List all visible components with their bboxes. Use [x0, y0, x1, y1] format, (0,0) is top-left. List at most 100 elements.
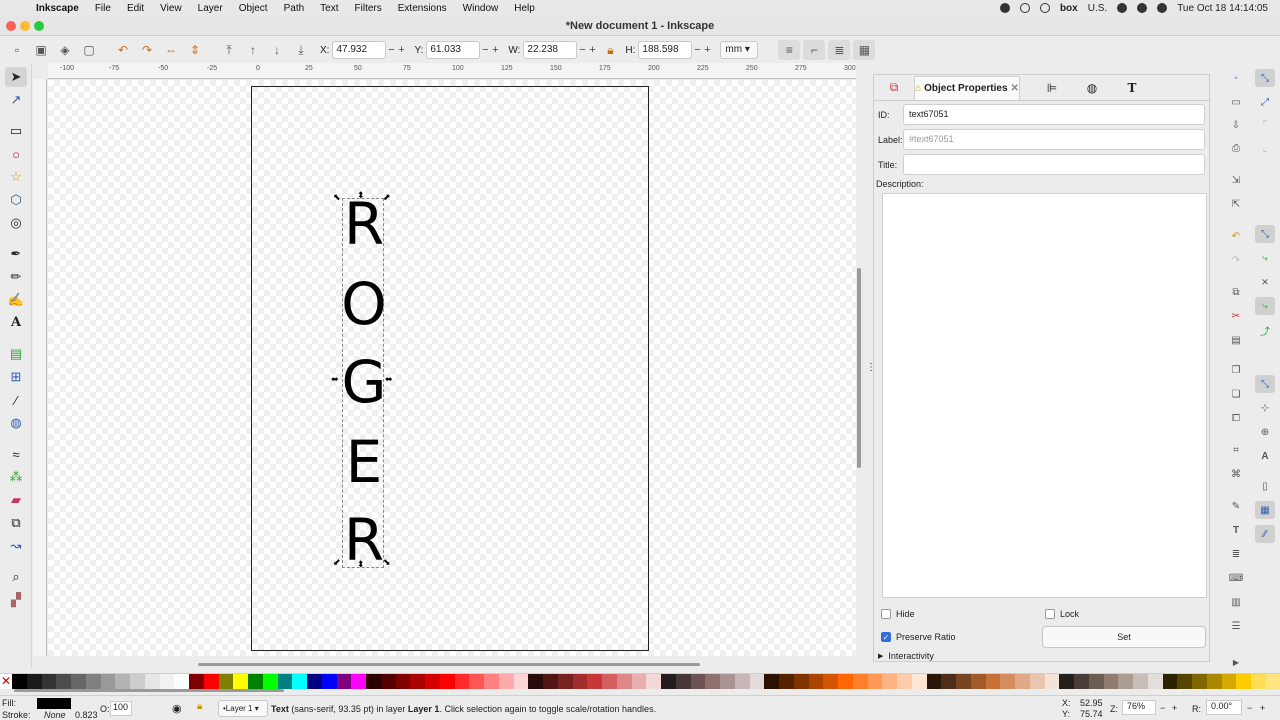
mesh-tool-icon[interactable]: ⊞ — [5, 367, 27, 387]
snap-intersection-icon[interactable]: ⨯ — [1255, 273, 1275, 291]
palette-swatch[interactable] — [1206, 674, 1222, 689]
drawing-canvas[interactable]: R O G E R ⬉ ⬍ ⬈ ⬌ ⬌ ⬋ ⬍ ⬊ — [48, 80, 856, 656]
palette-swatch[interactable] — [218, 674, 234, 689]
color-palette[interactable]: ✕ — [0, 673, 1280, 689]
palette-swatch[interactable] — [970, 674, 986, 689]
text-glyph-g[interactable]: G — [340, 350, 388, 414]
palette-swatch[interactable] — [926, 674, 942, 689]
scale-handle-bl-icon[interactable]: ⬋ — [333, 557, 341, 568]
rotate-cw-icon[interactable]: ↷ — [136, 40, 158, 60]
palette-swatch[interactable] — [572, 674, 588, 689]
raise-to-top-icon[interactable]: ⤒ — [218, 40, 240, 60]
menu-path[interactable]: Path — [276, 3, 313, 14]
title-input[interactable] — [903, 154, 1205, 175]
bluetooth-icon[interactable] — [1117, 3, 1128, 13]
scale-handle-br-icon[interactable]: ⬊ — [383, 557, 391, 568]
input-source-label[interactable]: U.S. — [1088, 3, 1107, 14]
palette-swatch[interactable] — [808, 674, 824, 689]
select-all-layers-icon[interactable]: ▣ — [30, 40, 52, 60]
dropper-tool-icon[interactable]: ⁄ — [5, 390, 27, 410]
palette-swatch[interactable] — [248, 674, 263, 689]
measure-tool-icon[interactable]: ▞ — [5, 590, 27, 610]
snap-bbox-corner-icon[interactable]: ⌞ — [1255, 139, 1275, 157]
palette-swatch[interactable] — [203, 674, 219, 689]
move-gradients-icon[interactable]: ≣ — [828, 40, 851, 60]
selector-tool-icon[interactable]: ➤ — [5, 67, 27, 87]
palette-swatch[interactable] — [425, 674, 440, 689]
clock-icon[interactable] — [1039, 3, 1050, 13]
palette-swatch[interactable] — [882, 674, 897, 689]
scale-handle-r-icon[interactable]: ⬌ — [385, 374, 393, 385]
palette-swatch[interactable] — [734, 674, 750, 689]
text-glyph-r1[interactable]: R — [340, 192, 388, 256]
spiral-tool-icon[interactable]: ◎ — [5, 213, 27, 233]
palette-swatch[interactable] — [1192, 674, 1207, 689]
palette-swatch[interactable] — [897, 674, 912, 689]
lpe-tool-icon[interactable]: ↝ — [5, 536, 27, 556]
palette-swatch[interactable] — [1177, 674, 1192, 689]
more-icon[interactable]: ▶ — [1226, 653, 1246, 671]
palette-swatch[interactable] — [130, 674, 145, 689]
palette-swatch[interactable] — [1029, 674, 1045, 689]
menu-edit[interactable]: Edit — [119, 3, 152, 14]
vertical-scrollbar[interactable] — [857, 268, 861, 468]
w-decrement[interactable]: − — [577, 44, 587, 56]
palette-scrollbar[interactable] — [14, 689, 284, 692]
symbols-tab-icon[interactable]: ◍ — [1072, 76, 1112, 100]
3dbox-tool-icon[interactable]: ⬡ — [5, 190, 27, 210]
flip-vertical-icon[interactable]: ⇕ — [184, 40, 206, 60]
palette-swatch[interactable] — [823, 674, 838, 689]
lower-to-bottom-icon[interactable]: ⤓ — [290, 40, 312, 60]
palette-swatch[interactable] — [985, 674, 1001, 689]
palette-swatch[interactable] — [779, 674, 794, 689]
palette-swatch[interactable] — [366, 674, 381, 689]
palette-swatch[interactable] — [1162, 674, 1178, 689]
palette-swatch[interactable] — [1265, 674, 1280, 689]
palette-swatch[interactable] — [410, 674, 425, 689]
palette-swatch[interactable] — [1236, 674, 1251, 689]
paint-bucket-tool-icon[interactable]: ◍ — [5, 413, 27, 433]
scale-corners-icon[interactable]: ⌐ — [803, 40, 826, 60]
palette-swatch[interactable] — [12, 674, 27, 689]
lower-icon[interactable]: ↓ — [266, 40, 288, 60]
palette-swatch[interactable] — [720, 674, 735, 689]
duplicate-icon[interactable]: ❐ — [1226, 361, 1246, 379]
stroke-swatch[interactable]: None — [44, 710, 66, 720]
unit-select[interactable]: mm ▾ — [720, 41, 759, 59]
palette-swatch[interactable] — [631, 674, 647, 689]
palette-swatch[interactable] — [911, 674, 927, 689]
paste-icon[interactable]: ▤ — [1226, 331, 1246, 349]
scale-handle-tr-icon[interactable]: ⬈ — [383, 192, 391, 203]
menu-text[interactable]: Text — [312, 3, 346, 14]
visibility-eye-icon[interactable]: ◉ — [172, 702, 182, 715]
palette-swatch[interactable] — [351, 674, 366, 689]
preserve-ratio-checkbox[interactable]: ✓ Preserve Ratio — [881, 632, 956, 642]
palette-swatch[interactable] — [144, 674, 160, 689]
check-icon[interactable]: ✓ — [881, 632, 891, 642]
snap-rotation-center-icon[interactable]: ⊕ — [1255, 423, 1275, 441]
description-textarea[interactable] — [882, 193, 1207, 598]
x-increment[interactable]: + — [396, 44, 406, 56]
id-input[interactable]: text67051 — [903, 104, 1205, 125]
palette-swatch[interactable] — [956, 674, 971, 689]
connector-tool-icon[interactable]: ⧉ — [5, 513, 27, 533]
palette-swatch[interactable] — [528, 674, 543, 689]
palette-swatch[interactable] — [1000, 674, 1015, 689]
text-dialog-icon[interactable]: T — [1226, 521, 1246, 539]
palette-swatch[interactable] — [292, 674, 307, 689]
x-input[interactable]: 47.932 — [332, 41, 387, 59]
palette-swatch[interactable] — [587, 674, 602, 689]
zoom-window-button[interactable] — [34, 21, 44, 31]
snap-page-icon[interactable]: ▯ — [1255, 477, 1275, 495]
snap-guide-icon[interactable]: ⁄⁄ — [1255, 525, 1275, 543]
export-icon[interactable]: ⇱ — [1226, 195, 1246, 213]
palette-swatch[interactable] — [513, 674, 529, 689]
palette-swatch[interactable] — [115, 674, 130, 689]
undo-icon[interactable]: ↶ — [1226, 227, 1246, 245]
menu-extensions[interactable]: Extensions — [390, 3, 455, 14]
align-dialog-icon[interactable]: ▥ — [1226, 593, 1246, 611]
snap-bbox-icon[interactable]: ⤢ — [1255, 93, 1275, 111]
zoom-decrement[interactable]: − — [1160, 703, 1165, 713]
ungroup-icon[interactable]: ⌘ — [1226, 465, 1246, 483]
snap-cusp-icon[interactable]: ⤷ — [1255, 297, 1275, 315]
